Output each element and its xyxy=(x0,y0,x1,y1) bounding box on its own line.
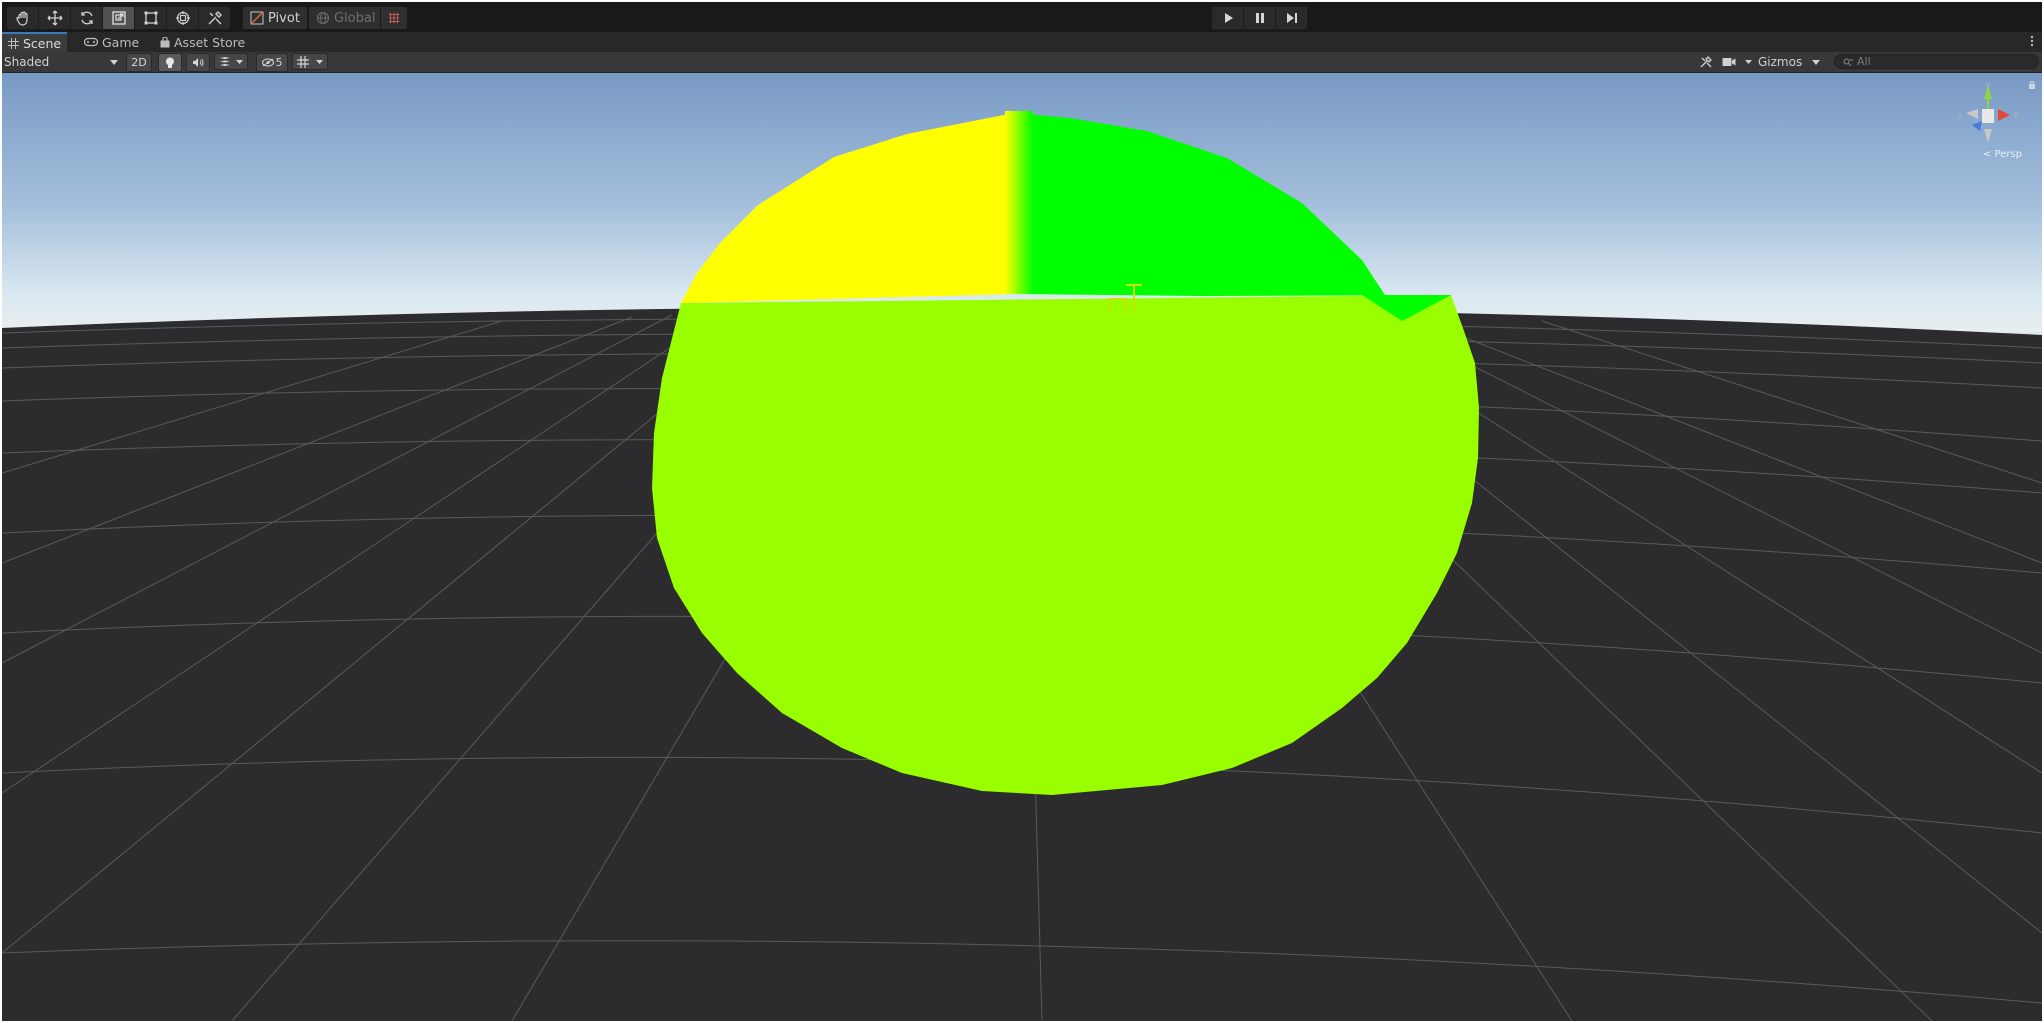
chevron-down-icon xyxy=(1745,60,1752,64)
vertical-dots-icon[interactable] xyxy=(2030,34,2034,50)
tab-asset-store-label: Asset Store xyxy=(174,34,246,50)
sphere-seam xyxy=(1005,111,1033,294)
svg-text:y: y xyxy=(1986,80,1991,89)
move-tool-button[interactable] xyxy=(39,7,71,29)
rotate-icon xyxy=(80,11,93,25)
2d-label: 2D xyxy=(131,56,147,69)
tab-asset-store[interactable]: Asset Store xyxy=(154,32,251,52)
window-tab-bar: Scene Game Asset Store xyxy=(2,32,2042,52)
pivot-toggle-button[interactable]: Pivot xyxy=(242,6,308,30)
chevron-down-icon xyxy=(110,59,118,65)
hierarchy-search-input[interactable]: All xyxy=(1834,54,2039,69)
pause-button[interactable] xyxy=(1244,7,1276,29)
move-arrows-icon xyxy=(47,10,62,26)
chevron-down-icon xyxy=(1812,59,1820,65)
rect-transform-icon xyxy=(144,11,157,25)
camera-dropdown[interactable] xyxy=(1722,54,1754,70)
gamepad-icon xyxy=(84,37,98,47)
transform-tool-button[interactable] xyxy=(167,7,199,29)
hidden-count: 5 xyxy=(275,56,283,69)
tab-game[interactable]: Game xyxy=(78,32,145,52)
rect-tool-button[interactable] xyxy=(135,7,167,29)
2d-toggle-button[interactable]: 2D xyxy=(126,53,152,72)
custom-tools-icon xyxy=(208,11,222,25)
gizmos-dropdown[interactable]: Gizmos xyxy=(1758,54,1824,70)
step-button[interactable] xyxy=(1276,7,1307,29)
search-icon xyxy=(1843,58,1853,66)
scene-render xyxy=(2,73,2042,1021)
tab-game-label: Game xyxy=(102,34,140,50)
scene-view-toolbar: Shaded 2D 5 Gizmos All xyxy=(2,52,2042,73)
global-label: Global xyxy=(334,10,376,26)
scene-viewport[interactable]: y x z < Persp xyxy=(2,73,2042,1021)
scale-icon xyxy=(111,11,126,25)
svg-text:z: z xyxy=(1958,112,1962,121)
hand-icon xyxy=(15,11,28,26)
grid-dropdown[interactable] xyxy=(292,53,328,70)
pause-icon xyxy=(1255,13,1264,23)
grid-snap-button[interactable] xyxy=(380,6,408,30)
light-bulb-icon xyxy=(166,57,174,68)
transform-tools xyxy=(6,6,231,30)
effects-icon xyxy=(220,57,230,66)
tools-toggle-button[interactable] xyxy=(1698,54,1714,70)
grid-icon xyxy=(297,55,309,68)
global-toggle-button[interactable]: Global xyxy=(308,6,384,30)
search-placeholder: All xyxy=(1857,55,1871,68)
playback-controls xyxy=(1211,6,1308,30)
custom-tool-button[interactable] xyxy=(199,7,230,29)
effects-dropdown[interactable] xyxy=(214,53,248,70)
lighting-toggle-button[interactable] xyxy=(158,53,182,72)
chevron-down-icon xyxy=(316,59,323,64)
scene-grid-icon xyxy=(8,37,19,49)
scale-tool-button[interactable] xyxy=(103,7,135,29)
axis-gizmo-icon: y x z xyxy=(1958,80,2019,143)
lock-icon[interactable] xyxy=(2028,81,2036,89)
audio-icon xyxy=(193,58,204,67)
persp-label[interactable]: < Persp xyxy=(1983,149,2022,160)
visibility-icon xyxy=(261,58,274,67)
camera-icon xyxy=(1722,58,1736,66)
svg-text:x: x xyxy=(2014,110,2019,119)
hidden-objects-button[interactable]: 5 xyxy=(256,53,288,72)
globe-icon xyxy=(316,11,330,25)
rotate-tool-button[interactable] xyxy=(71,7,103,29)
chevron-down-icon xyxy=(236,59,243,64)
hand-tool-button[interactable] xyxy=(7,7,39,29)
draw-mode-value: Shaded xyxy=(4,55,50,69)
draw-mode-dropdown[interactable]: Shaded xyxy=(4,54,120,70)
tools-icon xyxy=(1700,56,1712,68)
transform-icon xyxy=(175,11,190,25)
pivot-icon xyxy=(250,11,264,25)
step-icon xyxy=(1286,13,1297,23)
pivot-label: Pivot xyxy=(268,10,300,26)
main-toolbar: Pivot Global xyxy=(2,2,2042,33)
tab-scene[interactable]: Scene xyxy=(2,32,68,52)
gizmos-label: Gizmos xyxy=(1758,55,1803,69)
orientation-gizmo[interactable]: y x z < Persp xyxy=(1948,79,2028,160)
play-button[interactable] xyxy=(1212,7,1244,29)
grid-snap-icon xyxy=(388,12,400,24)
play-icon xyxy=(1224,13,1233,23)
shopping-bag-icon xyxy=(160,36,170,47)
audio-toggle-button[interactable] xyxy=(186,53,210,72)
tab-scene-label: Scene xyxy=(23,35,62,51)
